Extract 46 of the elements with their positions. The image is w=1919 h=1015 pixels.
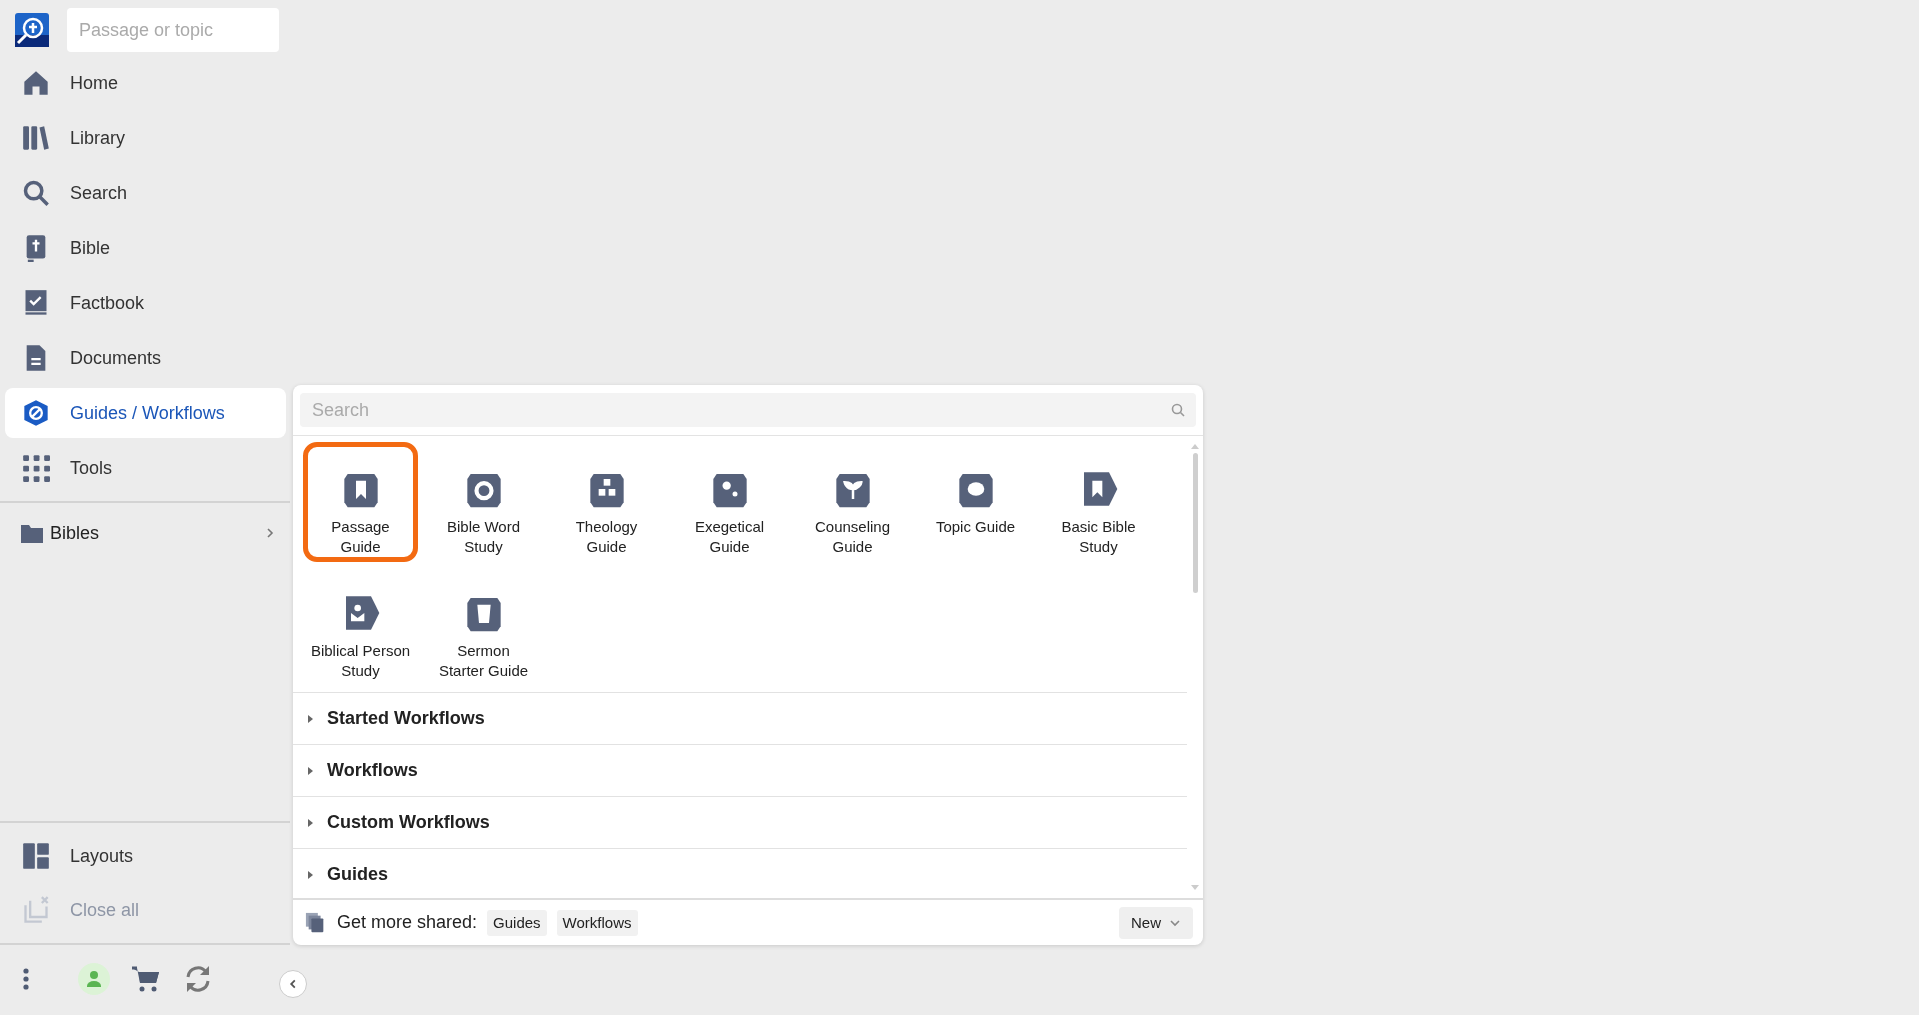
footer-label: Get more shared:: [337, 912, 478, 933]
nav-item[interactable]: Search: [5, 168, 286, 218]
search-icon: [1170, 402, 1186, 418]
bibles-folder-item[interactable]: Bibles: [0, 511, 290, 555]
home-icon: [22, 69, 50, 97]
nav-item[interactable]: Guides / Workflows: [5, 388, 286, 438]
passage-search-field[interactable]: Passage or topic: [67, 8, 279, 52]
guide-tile[interactable]: Exegetical Guide: [672, 442, 787, 562]
nav-item[interactable]: Library: [5, 113, 286, 163]
guide-tile[interactable]: Topic Guide: [918, 442, 1033, 562]
section-header[interactable]: Guides: [293, 848, 1187, 900]
close-windows-icon: [22, 896, 50, 924]
guide-tile[interactable]: Sermon Starter Guide: [426, 566, 541, 686]
user-account-icon[interactable]: [78, 963, 110, 995]
shared-link[interactable]: Workflows: [556, 909, 638, 936]
nav-item[interactable]: Tools: [5, 443, 286, 493]
nav-item[interactable]: Layouts: [5, 831, 286, 881]
disclosure-triangle-icon: [305, 869, 315, 880]
new-button[interactable]: New: [1119, 906, 1193, 939]
guide-tile[interactable]: Counseling Guide: [795, 442, 910, 562]
more-options-icon[interactable]: [22, 967, 30, 991]
grid-icon: [22, 454, 50, 482]
app-logo-icon[interactable]: [15, 13, 49, 47]
guide-tile[interactable]: Passage Guide: [303, 442, 418, 562]
books-icon: [22, 124, 50, 152]
guide-tile[interactable]: Biblical Person Study: [303, 566, 418, 686]
guide-tile[interactable]: Bible Word Study: [426, 442, 541, 562]
nav-item[interactable]: Factbook: [5, 278, 286, 328]
nav-item[interactable]: Home: [5, 58, 286, 108]
collapse-sidebar-button[interactable]: [279, 970, 307, 998]
nav-item[interactable]: Documents: [5, 333, 286, 383]
layout-icon: [22, 842, 50, 870]
section-header[interactable]: Workflows: [293, 744, 1187, 796]
nav-item[interactable]: Bible: [5, 223, 286, 273]
chevron-icon: [264, 527, 276, 539]
search-icon: [22, 179, 50, 207]
section-header[interactable]: Custom Workflows: [293, 796, 1187, 848]
section-header[interactable]: Started Workflows: [293, 692, 1187, 744]
disclosure-triangle-icon: [305, 765, 315, 776]
disclosure-triangle-icon: [305, 817, 315, 828]
disclosure-triangle-icon: [305, 713, 315, 724]
guide-search-field[interactable]: Search: [300, 393, 1196, 427]
search-input[interactable]: Search: [310, 398, 1170, 422]
guide-tile[interactable]: Theology Guide: [549, 442, 664, 562]
shared-link[interactable]: Guides: [487, 909, 547, 936]
guide-tile[interactable]: Basic Bible Study: [1041, 442, 1156, 562]
